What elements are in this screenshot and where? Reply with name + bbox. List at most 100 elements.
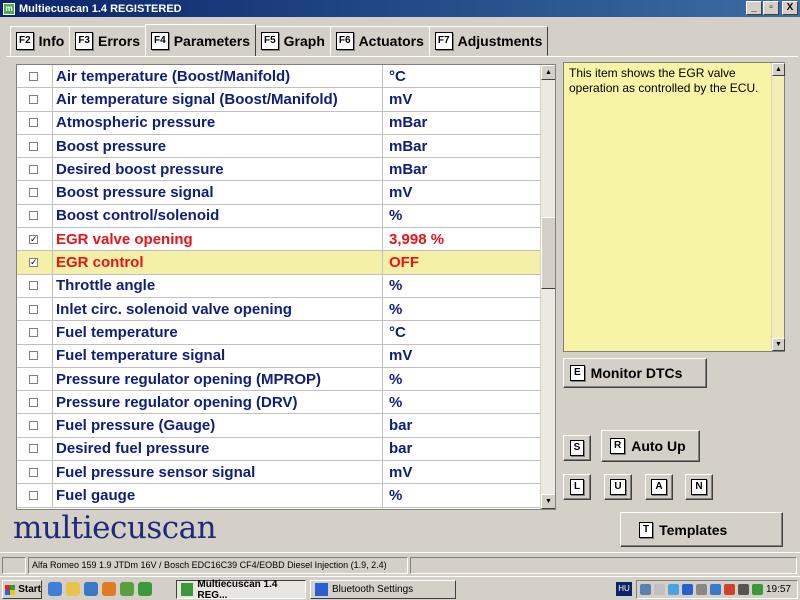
parameter-name: Air temperature signal (Boost/Manifold)	[52, 88, 383, 111]
parameter-name: EGR valve opening	[52, 228, 383, 251]
close-button[interactable]: X	[782, 1, 798, 15]
parameter-row[interactable]: Boost control/solenoid%	[17, 204, 542, 229]
tab-adjustments[interactable]: F7 Adjustments	[428, 26, 549, 56]
tray-device-icon[interactable]	[696, 584, 707, 595]
parameter-row[interactable]: Fuel pressure (Gauge) bar	[17, 414, 542, 438]
parameter-row[interactable]: Air temperature (Boost/Manifold) °C	[17, 65, 542, 89]
n-button[interactable]: N	[685, 474, 713, 500]
tray-security-icon[interactable]	[752, 584, 763, 595]
firefox-icon[interactable]	[102, 582, 116, 596]
tab-label: Errors	[98, 33, 141, 49]
parameter-checkbox[interactable]	[29, 188, 38, 198]
parameter-value: mBar	[389, 114, 428, 132]
a-button[interactable]: A	[645, 474, 673, 500]
parameter-row[interactable]: Fuel temperature signal mV	[17, 344, 542, 368]
restore-button[interactable]: ▫	[763, 1, 779, 15]
parameter-checkbox[interactable]	[29, 164, 38, 174]
parameter-name: Boost pressure signal	[52, 181, 383, 204]
taskbar-item[interactable]: Multiecuscan 1.4 REG...	[176, 579, 306, 600]
tab-errors[interactable]: F3 Errors	[69, 26, 147, 56]
parameter-row[interactable]: Air temperature signal (Boost/Manifold) m…	[17, 88, 542, 112]
ie-icon[interactable]	[48, 582, 62, 596]
start-button[interactable]: Start	[2, 580, 42, 599]
parameter-row[interactable]: Fuel gauge%	[17, 484, 542, 508]
parameter-row[interactable]: Pressure regulator opening (MPROP)%	[17, 367, 542, 392]
monitor-dtcs-button[interactable]: E Monitor DTCs	[563, 358, 707, 388]
parameter-row[interactable]: Pressure regulator opening (DRV)%	[17, 391, 542, 415]
tab-key-badge: F4	[151, 31, 169, 50]
l-button[interactable]: L	[563, 474, 591, 500]
parameter-checkbox[interactable]	[29, 118, 38, 128]
u-button[interactable]: U	[604, 474, 632, 500]
tab-graph[interactable]: F5 Graph	[254, 26, 331, 56]
desc-scroll-up-icon[interactable]: ▲	[772, 63, 785, 76]
parameter-value: bar	[389, 417, 413, 435]
parameter-checkbox[interactable]: ✓	[29, 258, 38, 268]
parameter-value: %	[389, 393, 403, 411]
parameter-row[interactable]: Desired boost pressure mBar	[17, 158, 542, 182]
parameter-row[interactable]: Fuel pressure sensor signal mV	[17, 461, 542, 485]
multiecuscan-shortcut-icon[interactable]	[138, 582, 152, 596]
parameter-checkbox[interactable]	[29, 467, 38, 477]
bluetooth-icon[interactable]	[682, 584, 693, 595]
network-icon[interactable]	[640, 584, 651, 595]
parameter-row[interactable]: Boost pressure mBar	[17, 134, 542, 159]
language-indicator[interactable]: HU	[616, 582, 632, 596]
tab-actuators[interactable]: F6 Actuators	[329, 26, 430, 56]
parameter-checkbox[interactable]	[29, 304, 38, 314]
parameter-checkbox[interactable]	[29, 327, 38, 337]
parameter-row[interactable]: Atmospheric pressure mBar	[17, 111, 542, 135]
desktop-icon[interactable]	[84, 582, 98, 596]
templates-button[interactable]: T Templates	[620, 512, 783, 547]
tab-key-badge: F5	[260, 32, 279, 50]
parameter-checkbox[interactable]	[29, 490, 38, 500]
multiecuscan-logo: multiecuscan	[13, 510, 217, 546]
parameter-name: Fuel pressure (Gauge)	[52, 414, 383, 437]
tray-monitor-icon[interactable]	[710, 584, 721, 595]
taskbar-item-icon	[181, 583, 194, 596]
status-bar: Alfa Romeo 159 1.9 JTDm 16V / Bosch EDC1…	[0, 552, 800, 576]
parameter-checkbox[interactable]	[29, 444, 38, 454]
s-button[interactable]: S	[563, 435, 591, 461]
parameter-checkbox[interactable]	[29, 281, 38, 291]
parameter-checkbox[interactable]	[29, 397, 38, 407]
parameter-name: Fuel temperature signal	[52, 344, 383, 367]
tray-app-icon[interactable]	[668, 584, 679, 595]
volume-icon[interactable]	[654, 584, 665, 595]
parameter-checkbox[interactable]	[29, 71, 38, 81]
auto-up-button[interactable]: R Auto Up	[601, 430, 700, 462]
tray-battery-icon[interactable]	[738, 584, 749, 595]
parameter-row[interactable]: Boost pressure signal mV	[17, 181, 542, 205]
app-shortcut-icon[interactable]	[120, 582, 134, 596]
tab-key-badge: F7	[434, 32, 453, 50]
tab-strip: F2 Info F3 Errors F4 Parameters F5 Graph F6 Actua…	[10, 24, 549, 56]
scroll-thumb[interactable]	[541, 217, 555, 289]
tab-parameters[interactable]: F4 Parameters	[145, 24, 256, 56]
parameter-checkbox[interactable]: ✓	[29, 234, 38, 244]
parameter-row[interactable]: Inlet circ. solenoid valve opening%	[17, 297, 542, 322]
description-scrollbar[interactable]: ▲ ▼	[771, 63, 785, 351]
parameter-scrollbar[interactable]: ▲ ▼	[540, 65, 555, 509]
parameter-row[interactable]: Fuel temperature °C	[17, 321, 542, 345]
minimize-button[interactable]: _	[746, 1, 762, 15]
parameter-checkbox[interactable]	[29, 351, 38, 361]
parameter-name: Fuel temperature	[52, 321, 383, 344]
parameter-name: Fuel pressure sensor signal	[52, 461, 383, 484]
folder-icon[interactable]	[66, 582, 80, 596]
scroll-up-arrow-icon[interactable]: ▲	[541, 65, 555, 80]
parameter-checkbox[interactable]	[29, 141, 38, 151]
taskbar-item[interactable]: Bluetooth Settings	[310, 580, 456, 599]
parameter-checkbox[interactable]	[29, 374, 38, 384]
parameter-row[interactable]: Throttle angle%	[17, 274, 542, 298]
parameter-row[interactable]: ✓ EGR valve opening 3,998 %	[17, 228, 542, 252]
tab-info[interactable]: F2 Info	[10, 26, 71, 56]
parameter-name: Fuel gauge	[52, 484, 383, 507]
parameter-row[interactable]: Desired fuel pressure bar	[17, 437, 542, 462]
tray-alert-icon[interactable]	[724, 584, 735, 595]
parameter-checkbox[interactable]	[29, 421, 38, 431]
parameter-row[interactable]: ✓ EGR control OFF	[17, 251, 542, 275]
parameter-checkbox[interactable]	[29, 94, 38, 104]
desc-scroll-down-icon[interactable]: ▼	[772, 338, 785, 351]
scroll-down-arrow-icon[interactable]: ▼	[541, 494, 555, 509]
parameter-checkbox[interactable]	[29, 211, 38, 221]
